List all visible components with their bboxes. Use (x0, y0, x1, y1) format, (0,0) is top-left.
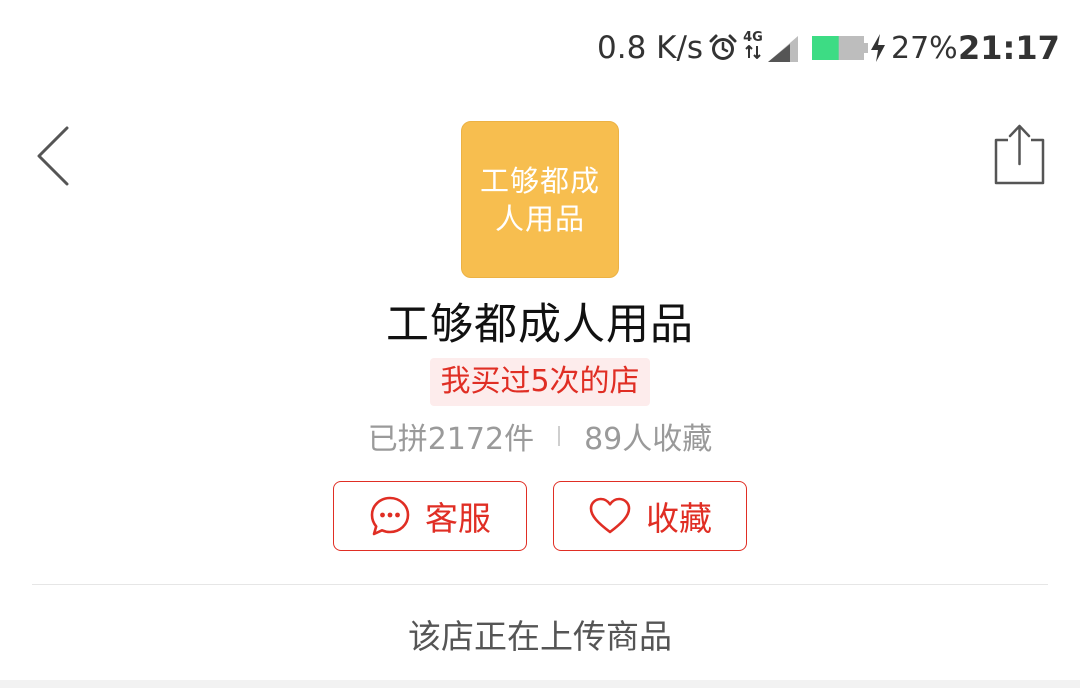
shop-stats: 已拼2172件 89人收藏 (0, 414, 1080, 458)
favorite-button[interactable]: 收藏 (553, 481, 747, 551)
favorite-label: 收藏 (646, 499, 712, 538)
alarm-icon (709, 34, 737, 60)
battery-percent: 27% (891, 31, 958, 66)
purchase-history-badge: 我买过5次的店 (430, 358, 650, 406)
shop-screen: 0.8 K/s 4G 27% 21:17 工够都成人用品 工够都成人用品 我买过… (0, 0, 1080, 688)
charging-icon (871, 34, 885, 62)
empty-products-message: 该店正在上传商品 (408, 617, 672, 656)
shop-logo-text: 工够都成人用品 (479, 163, 600, 236)
network-type-label: 4G (743, 30, 763, 45)
stats-divider (558, 426, 561, 446)
customer-service-button[interactable]: 客服 (333, 481, 527, 551)
4g-icon: 4G (742, 31, 764, 65)
customer-service-label: 客服 (425, 499, 491, 538)
battery-icon (812, 36, 868, 60)
shop-logo: 工够都成人用品 (461, 121, 619, 278)
network-speed: 0.8 K/s (597, 30, 704, 66)
bottom-strip (0, 680, 1080, 688)
chat-bubble-icon (370, 496, 410, 536)
share-button[interactable] (990, 122, 1050, 188)
share-icon (994, 124, 1045, 185)
section-divider (32, 584, 1048, 585)
back-button[interactable] (30, 120, 80, 192)
shop-name: 工够都成人用品 (386, 300, 694, 350)
chevron-left-icon (37, 126, 69, 186)
heart-icon (589, 497, 631, 534)
sold-count: 已拼2172件 (367, 422, 535, 457)
status-bar: 0.8 K/s 4G 27% 21:17 (0, 0, 1080, 96)
signal-icon (768, 36, 798, 62)
favorite-count: 89人收藏 (584, 422, 713, 457)
clock: 21:17 (958, 29, 1060, 67)
data-arrows-icon (745, 44, 761, 60)
